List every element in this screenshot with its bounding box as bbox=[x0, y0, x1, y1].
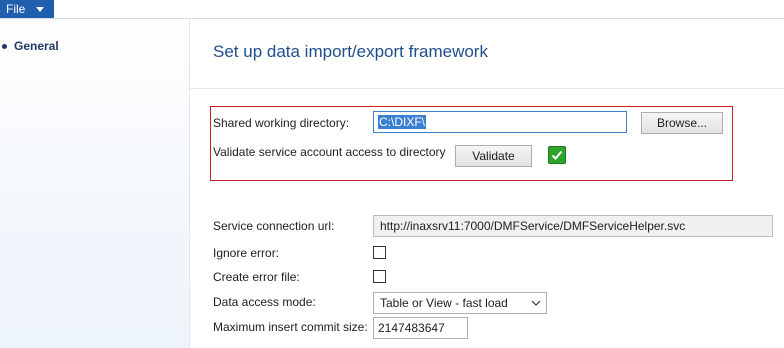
data-access-mode-label: Data access mode: bbox=[213, 295, 316, 309]
ignore-error-label: Ignore error: bbox=[213, 246, 280, 260]
validate-button[interactable]: Validate bbox=[455, 145, 532, 167]
sidebar-item-general[interactable]: General bbox=[0, 39, 180, 55]
sidebar-item-label: General bbox=[14, 39, 59, 53]
file-menu-label: File bbox=[6, 2, 26, 16]
create-error-file-checkbox[interactable] bbox=[373, 270, 386, 283]
shared-dir-value: C:\DIXF\ bbox=[378, 115, 427, 129]
data-access-mode-select[interactable]: Table or View - fast load bbox=[373, 292, 547, 314]
data-access-mode-value: Table or View - fast load bbox=[380, 296, 508, 310]
browse-button[interactable]: Browse... bbox=[641, 112, 723, 134]
page-title: Set up data import/export framework bbox=[213, 42, 488, 61]
validate-status-badge bbox=[548, 146, 566, 164]
shared-dir-input[interactable]: C:\DIXF\ bbox=[373, 111, 627, 133]
service-url-field[interactable]: http://inaxsrv11:7000/DMFService/DMFServ… bbox=[373, 215, 773, 237]
divider bbox=[190, 88, 784, 89]
chevron-down-icon bbox=[531, 300, 541, 306]
sidebar: General bbox=[0, 19, 190, 348]
main-panel: Set up data import/export framework Shar… bbox=[190, 19, 784, 348]
ignore-error-checkbox[interactable] bbox=[373, 246, 386, 259]
shared-dir-label: Shared working directory: bbox=[213, 116, 350, 130]
create-error-file-label: Create error file: bbox=[213, 270, 300, 284]
validate-label: Validate service account access to direc… bbox=[213, 145, 446, 159]
max-commit-label: Maximum insert commit size: bbox=[213, 320, 368, 334]
max-commit-input[interactable]: 2147483647 bbox=[373, 317, 468, 339]
bullet-icon bbox=[2, 44, 7, 49]
file-menu-button[interactable]: File bbox=[0, 0, 54, 18]
top-menu-bar: File bbox=[0, 0, 784, 19]
checkmark-icon bbox=[551, 150, 563, 160]
caret-down-icon bbox=[36, 7, 44, 12]
service-url-label: Service connection url: bbox=[213, 219, 335, 233]
